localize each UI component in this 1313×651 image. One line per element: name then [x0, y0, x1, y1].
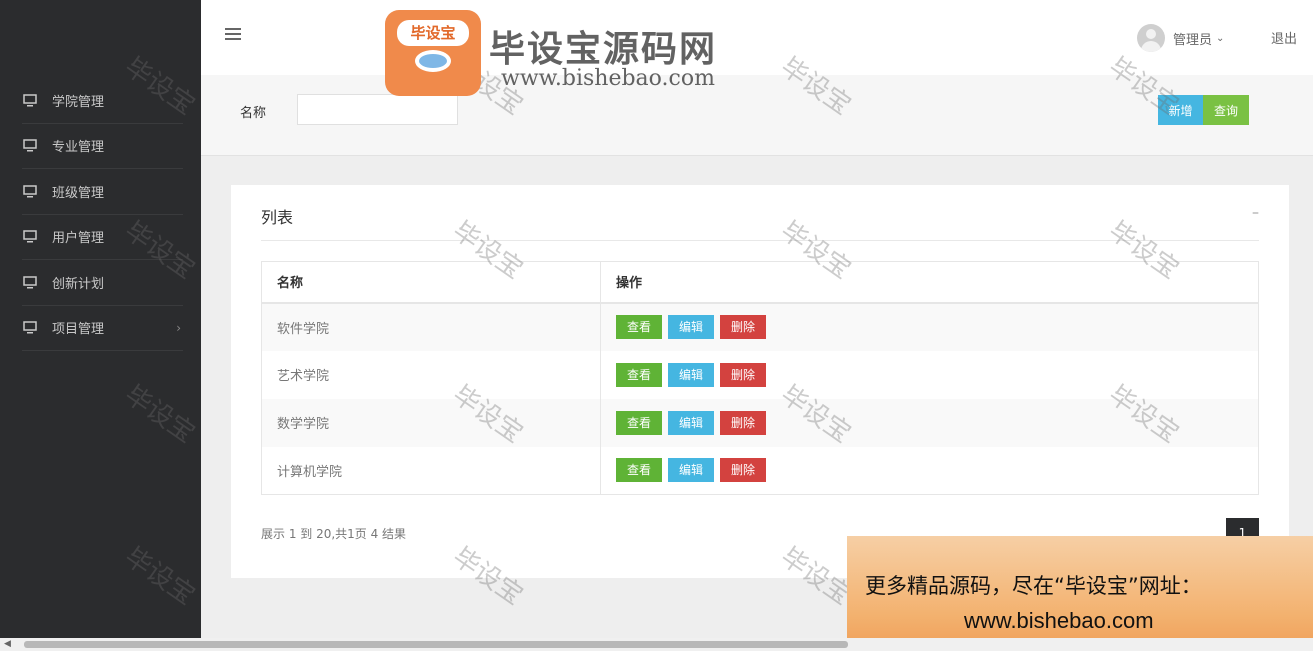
logout-link[interactable]: 退出	[1271, 28, 1297, 47]
sidebar-item-label: 学院管理	[52, 94, 105, 110]
logo-badge: 毕设宝	[385, 10, 481, 96]
monitor-icon	[22, 229, 38, 245]
collapse-icon[interactable]: –	[1252, 205, 1259, 221]
monitor-icon	[22, 92, 38, 108]
sidebar-menu: 学院管理 专业管理 班级管理 用户管理 创新计划 项目管理 ›	[0, 78, 201, 351]
promo-line1: 更多精品源码，尽在“毕设宝”网址：	[865, 574, 1202, 598]
mascot-icon	[415, 50, 451, 72]
sidebar-item-label: 班级管理	[52, 185, 105, 201]
user-name: 管理员	[1173, 32, 1213, 48]
table-row: 计算机学院 查看 编辑 删除	[261, 446, 1259, 495]
edit-button[interactable]: 编辑	[668, 458, 715, 483]
edit-button[interactable]: 编辑	[668, 315, 715, 339]
sidebar-item-user[interactable]: 用户管理	[22, 215, 183, 260]
edit-button[interactable]: 编辑	[668, 410, 715, 435]
table-row: 数学学院 查看 编辑 删除	[261, 398, 1259, 447]
edit-button[interactable]: 编辑	[668, 362, 715, 387]
cell-actions: 查看 编辑 删除	[600, 446, 1259, 495]
sidebar: 学院管理 专业管理 班级管理 用户管理 创新计划 项目管理 ›	[0, 0, 201, 638]
delete-button[interactable]: 删除	[720, 362, 767, 387]
delete-button[interactable]: 删除	[720, 315, 767, 339]
cell-name: 计算机学院	[261, 446, 601, 495]
sidebar-item-label: 专业管理	[52, 140, 105, 156]
search-name-label: 名称	[240, 106, 267, 121]
delete-button[interactable]: 删除	[720, 458, 767, 483]
divider	[261, 240, 1259, 241]
hamburger-menu-icon[interactable]	[225, 28, 241, 42]
monitor-icon	[22, 183, 38, 199]
query-button[interactable]: 查询	[1203, 95, 1249, 125]
cell-name: 软件学院	[261, 302, 601, 351]
column-header-actions: 操作	[600, 261, 1259, 304]
view-button[interactable]: 查看	[616, 458, 663, 483]
cell-actions: 查看 编辑 删除	[600, 302, 1259, 351]
monitor-icon	[22, 274, 38, 290]
table-row: 软件学院 查看 编辑 删除	[261, 302, 1259, 351]
sidebar-item-label: 用户管理	[52, 231, 105, 247]
scrollbar-thumb[interactable]	[24, 641, 848, 648]
delete-button[interactable]: 删除	[720, 410, 767, 435]
pagination-info: 展示 1 到 20,共1页 4 结果	[261, 527, 407, 541]
chevron-right-icon: ›	[176, 320, 181, 335]
sidebar-item-project[interactable]: 项目管理 ›	[22, 306, 183, 351]
list-card: 列表 – 名称 操作 软件学院 查看 编辑 删除 艺术学院 查看 编辑 删除 数…	[231, 185, 1289, 578]
logo-url: www.bishebao.com	[501, 66, 715, 91]
add-button[interactable]: 新增	[1158, 95, 1203, 125]
sidebar-item-innovation[interactable]: 创新计划	[22, 260, 183, 306]
promo-line2: www.bishebao.com	[964, 608, 1154, 633]
view-button[interactable]: 查看	[616, 410, 663, 435]
sidebar-item-label: 项目管理	[52, 322, 105, 338]
column-header-name: 名称	[261, 261, 601, 304]
promo-banner: 更多精品源码，尽在“毕设宝”网址： www.bishebao.com	[847, 536, 1313, 651]
table-row: 艺术学院 查看 编辑 删除	[261, 350, 1259, 399]
sidebar-item-college[interactable]: 学院管理	[22, 78, 183, 124]
sidebar-item-class[interactable]: 班级管理	[22, 169, 183, 215]
cell-name: 数学学院	[261, 398, 601, 447]
cell-actions: 查看 编辑 删除	[600, 398, 1259, 447]
chevron-down-icon: ⌄	[1216, 32, 1225, 44]
cell-name: 艺术学院	[261, 350, 601, 399]
cell-actions: 查看 编辑 删除	[600, 350, 1259, 399]
logo-badge-text: 毕设宝	[397, 20, 469, 46]
avatar	[1137, 24, 1165, 52]
view-button[interactable]: 查看	[616, 315, 663, 339]
monitor-icon	[22, 320, 38, 336]
list-title: 列表	[261, 208, 294, 227]
horizontal-scrollbar[interactable]: ◀	[0, 638, 1313, 651]
sidebar-item-label: 创新计划	[52, 276, 105, 292]
data-table: 名称 操作 软件学院 查看 编辑 删除 艺术学院 查看 编辑 删除 数学学院 查看 编辑删…	[261, 261, 1259, 495]
scroll-left-icon[interactable]: ◀	[4, 639, 11, 649]
monitor-icon	[22, 138, 38, 154]
view-button[interactable]: 查看	[616, 362, 663, 387]
logo-title: 毕设宝源码网	[489, 29, 718, 70]
sidebar-item-major[interactable]: 专业管理	[22, 124, 183, 169]
user-menu[interactable]: 管理员 ⌄	[1137, 24, 1224, 52]
site-logo-watermark: 毕设宝 毕设宝源码网 www.bishebao.com	[383, 8, 773, 100]
